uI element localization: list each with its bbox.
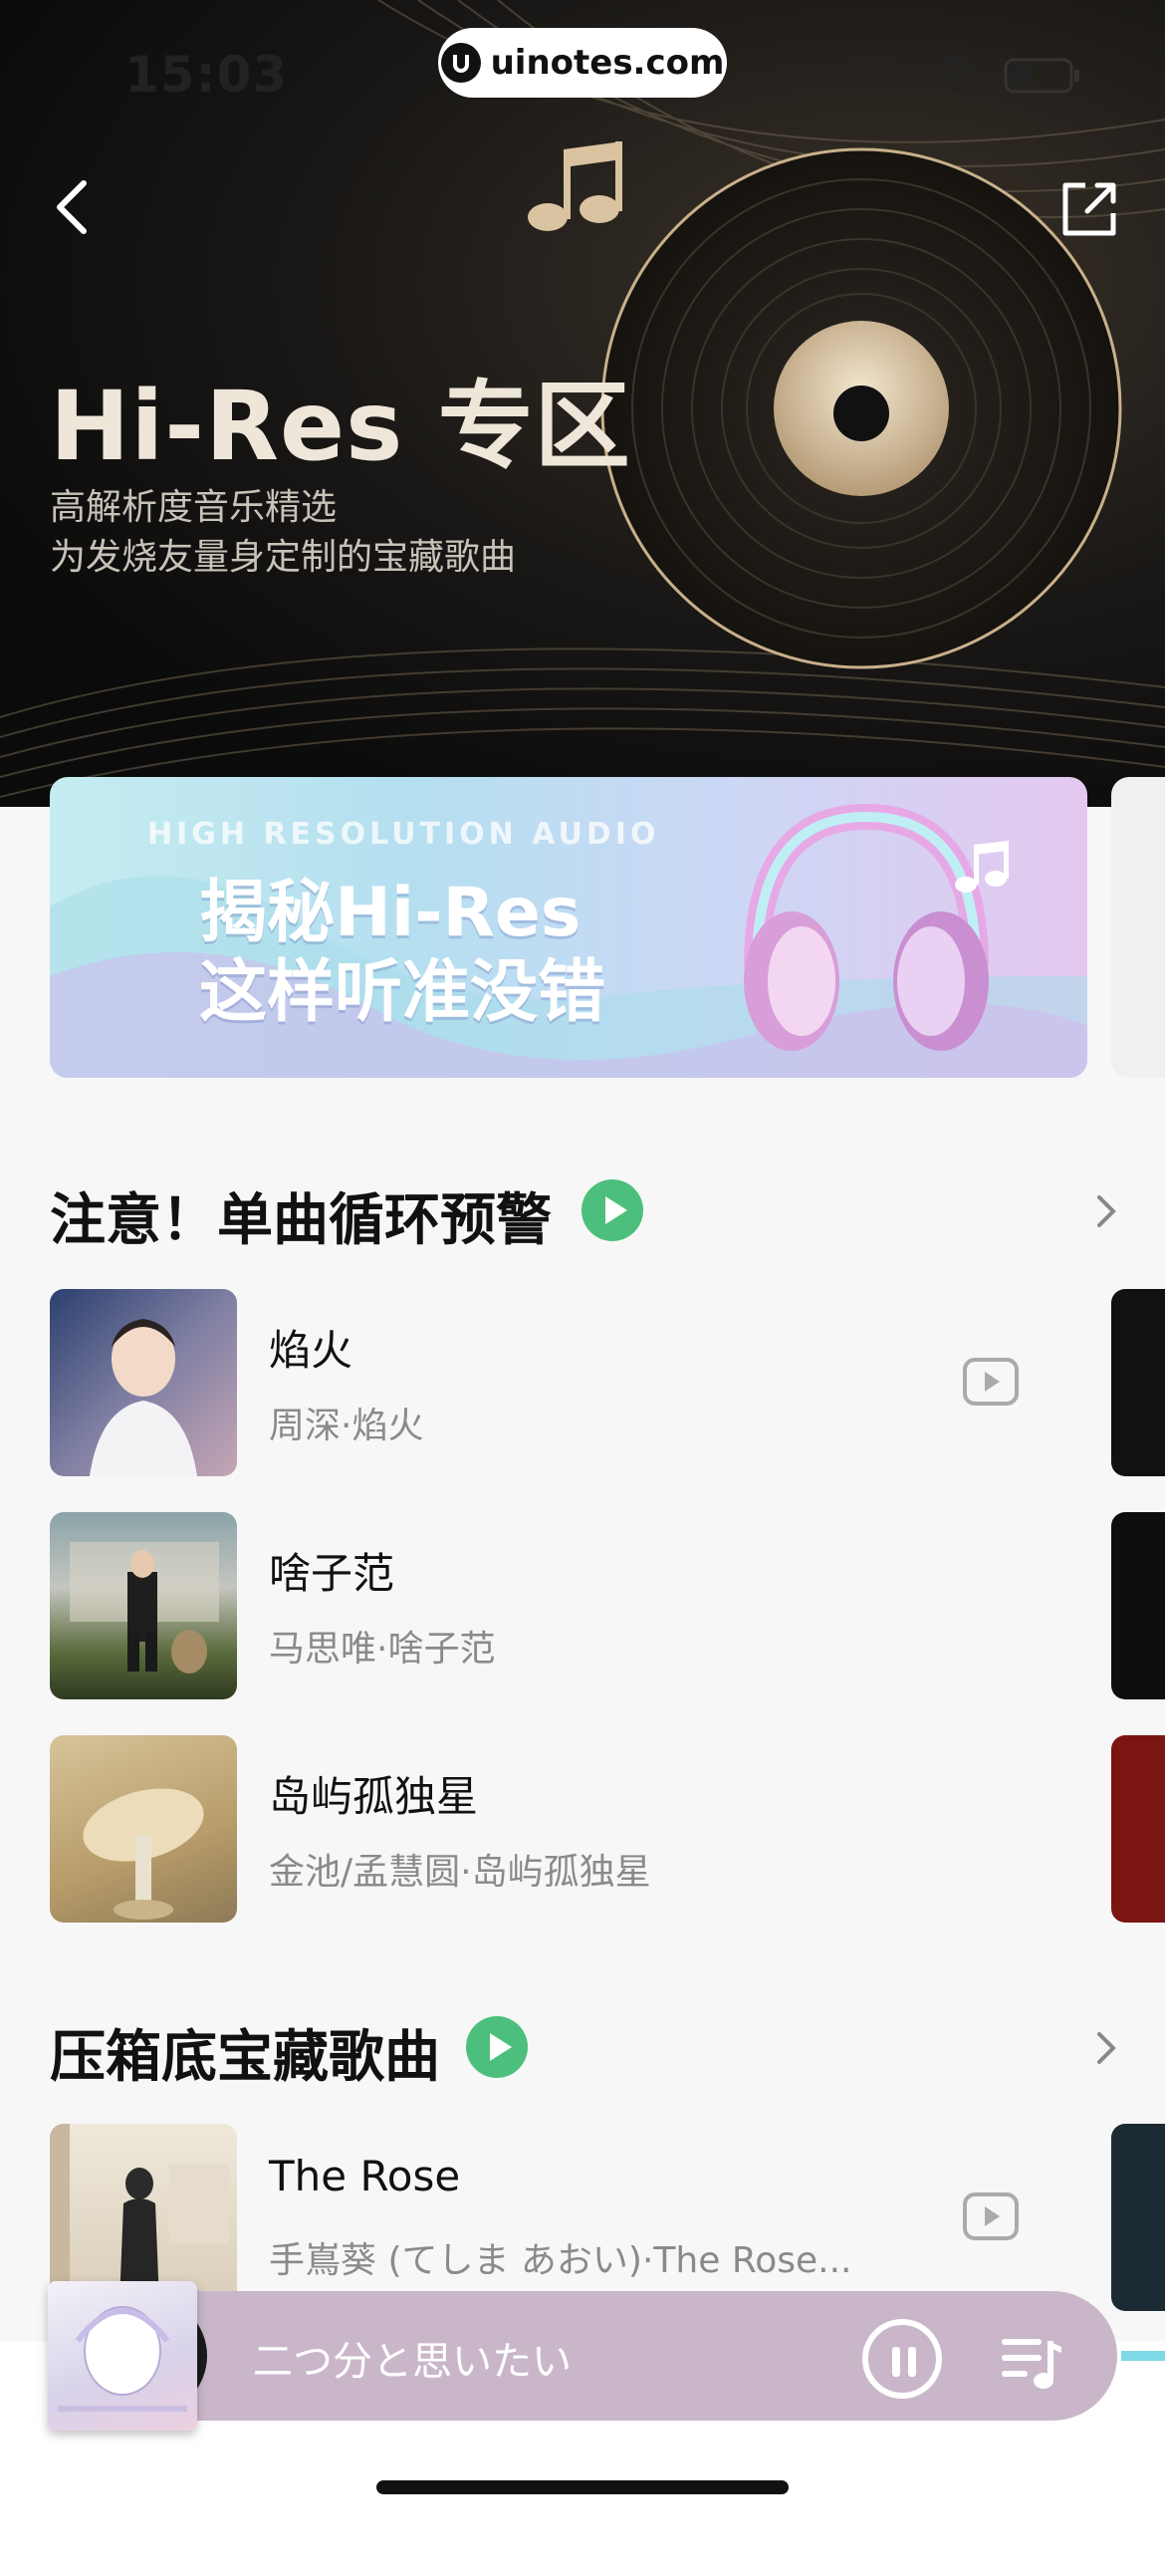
- pause-bar-left: [892, 2347, 900, 2377]
- song-artist: 周深·焰火: [269, 1406, 424, 1446]
- album-cover: [50, 1735, 237, 1923]
- battery-icon: [1004, 58, 1079, 94]
- song-artist: 金池/孟慧圆·岛屿孤独星: [269, 1852, 651, 1893]
- section-play-all-icon[interactable]: [466, 2016, 528, 2078]
- section-play-all-icon[interactable]: [582, 1179, 643, 1241]
- song-title: 啥子范: [269, 1549, 395, 1598]
- song-title: The Rose: [269, 2152, 461, 2200]
- section-title-loop-warning[interactable]: 注意！单曲循环预警: [50, 1175, 552, 1256]
- decorative-edge: [1121, 2351, 1165, 2361]
- section-title-hidden-gems[interactable]: 压箱底宝藏歌曲: [50, 2012, 440, 2093]
- song-row[interactable]: The Rose 手嶌葵 (てしま あおい)·The Rose...: [50, 2124, 1145, 2311]
- pause-button[interactable]: [862, 2319, 942, 2399]
- song-row[interactable]: 啥子范 马思唯·啥子范: [50, 1512, 1145, 1699]
- next-column-cover-peek[interactable]: [1111, 1512, 1165, 1699]
- playlist-queue-icon[interactable]: [998, 2325, 1067, 2395]
- song-row[interactable]: 焰火 周深·焰火: [50, 1289, 1145, 1476]
- page-title: Hi-Res 专区: [50, 371, 631, 482]
- next-column-cover-peek[interactable]: [1111, 1289, 1165, 1476]
- music-note-icon: [955, 841, 1009, 893]
- home-indicator[interactable]: [376, 2480, 789, 2494]
- song-artist: 手嶌葵 (てしま あおい)·The Rose...: [269, 2240, 852, 2281]
- next-column-cover-peek[interactable]: [1111, 2124, 1165, 2311]
- song-artist: 马思唯·啥子范: [269, 1629, 496, 1670]
- back-chevron-icon[interactable]: [48, 177, 98, 237]
- hero-header: 15:03 uinotes.com Hi-Res 专区 高解析度音乐精选 为发烧…: [0, 0, 1165, 807]
- next-column-cover-peek[interactable]: [1111, 1735, 1165, 1923]
- album-cover: [50, 1512, 237, 1699]
- share-icon[interactable]: [1057, 177, 1121, 241]
- section-more-chevron-icon[interactable]: [1093, 1191, 1119, 1231]
- promo-banner[interactable]: HIGH RESOLUTION AUDIO 揭秘Hi-Res 这样听准没错: [50, 777, 1087, 1078]
- song-row[interactable]: 岛屿孤独星 金池/孟慧圆·岛屿孤独星: [50, 1735, 1145, 1923]
- banner-small-text: HIGH RESOLUTION AUDIO: [147, 817, 660, 852]
- mini-player[interactable]: 二つ分と思いたい: [50, 2291, 1117, 2421]
- status-time: 15:03: [124, 46, 289, 104]
- watermark-text: uinotes.com: [490, 43, 725, 83]
- pause-bar-right: [908, 2347, 916, 2377]
- section-more-chevron-icon[interactable]: [1093, 2028, 1119, 2068]
- mv-play-icon[interactable]: [962, 1357, 1020, 1407]
- mv-play-icon[interactable]: [962, 2191, 1020, 2241]
- mini-player-track-title: 二つ分と思いたい: [253, 2339, 572, 2385]
- song-title: 焰火: [269, 1326, 353, 1375]
- status-bar: 15:03 uinotes.com: [0, 0, 1165, 139]
- wifi-icon: [933, 58, 979, 93]
- album-cover: [50, 1289, 237, 1476]
- song-title: 岛屿孤独星: [269, 1772, 479, 1821]
- next-banner-peek[interactable]: [1111, 777, 1165, 1078]
- hero-subtitle-line-1: 高解析度音乐精选: [50, 487, 338, 528]
- banner-title-line-2: 这样听准没错: [199, 953, 606, 1032]
- mini-player-cover[interactable]: [48, 2281, 197, 2431]
- watermark-pill: uinotes.com: [438, 28, 727, 98]
- hero-subtitle-line-2: 为发烧友量身定制的宝藏歌曲: [50, 537, 517, 578]
- watermark-logo-icon: [440, 43, 481, 83]
